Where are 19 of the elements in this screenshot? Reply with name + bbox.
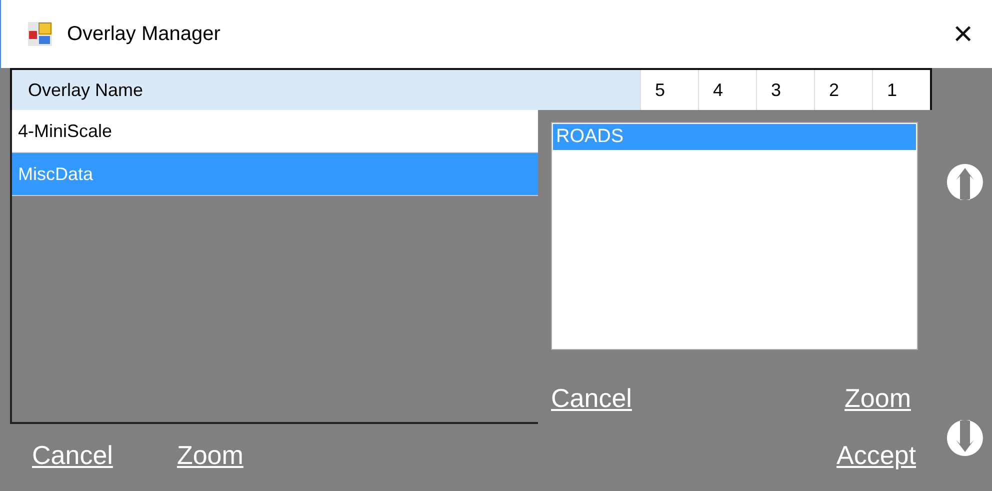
link[interactable]: Cancel: [551, 383, 632, 414]
column-header: 1: [872, 70, 930, 110]
overlay-row[interactable]: MiscData: [12, 153, 538, 196]
column-header: 3: [756, 70, 814, 110]
column-header: 2: [814, 70, 872, 110]
down-arrow-icon[interactable]: [945, 418, 985, 458]
link[interactable]: Cancel: [32, 440, 113, 471]
accept-link[interactable]: Accept: [836, 440, 916, 471]
layer-item[interactable]: ROADS: [553, 124, 916, 150]
up-arrow-icon[interactable]: [945, 162, 985, 202]
link[interactable]: Zoom: [844, 383, 911, 414]
column-header: 5: [640, 70, 698, 110]
link[interactable]: Zoom: [176, 440, 244, 471]
close-button[interactable]: ×: [938, 9, 988, 59]
column-header: 4: [698, 70, 756, 110]
app-icon: [27, 21, 53, 47]
window-title: Overlay Manager: [67, 22, 222, 46]
column-header: Overlay Name: [12, 70, 640, 110]
overlay-row[interactable]: 4-MiniScale: [12, 110, 538, 153]
